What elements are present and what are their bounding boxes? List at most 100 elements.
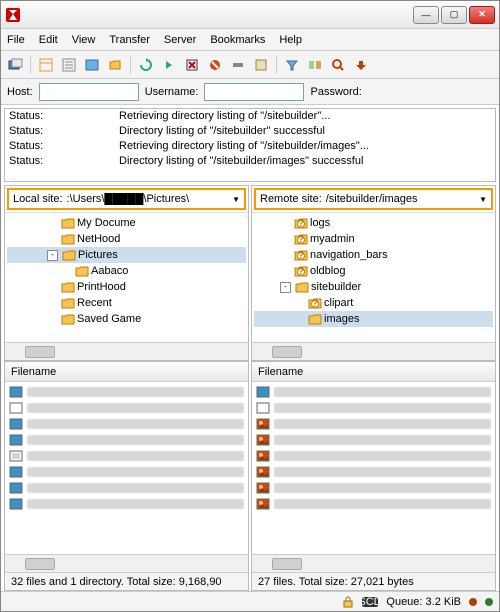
- menu-server[interactable]: Server: [164, 34, 196, 46]
- file-name-blurred: [274, 435, 491, 445]
- tree-item-label: My Docume: [77, 217, 136, 229]
- tree-item[interactable]: Saved Game: [7, 311, 246, 327]
- folder-icon: [75, 265, 89, 277]
- tree-item[interactable]: Aabaco: [7, 263, 246, 279]
- file-row[interactable]: [256, 400, 491, 416]
- local-file-list[interactable]: [5, 382, 248, 554]
- toggle-queue-button[interactable]: [82, 55, 102, 75]
- file-row[interactable]: [256, 480, 491, 496]
- tree-item[interactable]: PrintHood: [7, 279, 246, 295]
- tree-item-label: logs: [310, 217, 330, 229]
- maximize-button[interactable]: ▢: [441, 6, 467, 24]
- file-name-blurred: [274, 387, 491, 397]
- site-manager-button[interactable]: [5, 55, 25, 75]
- file-row[interactable]: [9, 448, 244, 464]
- remote-path-input[interactable]: [326, 193, 475, 205]
- menu-bookmarks[interactable]: Bookmarks: [210, 34, 265, 46]
- close-button[interactable]: ✕: [469, 6, 495, 24]
- file-row[interactable]: [256, 416, 491, 432]
- sync-button[interactable]: [351, 55, 371, 75]
- message-log[interactable]: Status:Retrieving directory listing of "…: [4, 108, 496, 182]
- file-row[interactable]: [9, 432, 244, 448]
- file-row[interactable]: [9, 416, 244, 432]
- remote-pane: Remote site: ▼ ?logs?myadmin?navigation_…: [251, 185, 496, 591]
- file-row[interactable]: [9, 400, 244, 416]
- file-name-blurred: [27, 499, 244, 509]
- local-list-header[interactable]: Filename: [5, 362, 248, 382]
- file-name-blurred: [27, 451, 244, 461]
- file-row[interactable]: [256, 496, 491, 512]
- search-button[interactable]: [328, 55, 348, 75]
- menu-view[interactable]: View: [72, 34, 96, 46]
- username-input[interactable]: [204, 83, 304, 101]
- file-name-blurred: [27, 483, 244, 493]
- menu-edit[interactable]: Edit: [39, 34, 58, 46]
- folder-icon: [61, 281, 75, 293]
- file-icon: [256, 482, 270, 494]
- toggle-tree-button[interactable]: [36, 55, 56, 75]
- file-icon: [9, 450, 23, 462]
- toggle-log-button[interactable]: [59, 55, 79, 75]
- expand-toggle[interactable]: -: [280, 282, 291, 293]
- tree-item[interactable]: -Pictures: [7, 247, 246, 263]
- tree-item[interactable]: ?clipart: [254, 295, 493, 311]
- tree-item[interactable]: images: [254, 311, 493, 327]
- tree-item[interactable]: My Docume: [7, 215, 246, 231]
- menu-help[interactable]: Help: [279, 34, 302, 46]
- file-row[interactable]: [256, 464, 491, 480]
- file-icon: [256, 402, 270, 414]
- remote-list-header[interactable]: Filename: [252, 362, 495, 382]
- log-key: Status:: [9, 109, 119, 124]
- reconnect-button[interactable]: [228, 55, 248, 75]
- file-name-blurred: [274, 483, 491, 493]
- tree-item[interactable]: ?logs: [254, 215, 493, 231]
- file-icon: [9, 386, 23, 398]
- file-icon: [9, 418, 23, 430]
- server-list-button[interactable]: [251, 55, 271, 75]
- log-key: Status:: [9, 154, 119, 169]
- local-path-input[interactable]: [67, 193, 229, 205]
- minimize-button[interactable]: —: [413, 6, 439, 24]
- tree-item-label: Recent: [77, 297, 112, 309]
- host-input[interactable]: [39, 83, 139, 101]
- folder-icon: [61, 313, 75, 325]
- remote-tree[interactable]: ?logs?myadmin?navigation_bars?oldblog-si…: [252, 212, 495, 342]
- expand-toggle[interactable]: -: [47, 250, 58, 261]
- local-list-scrollbar[interactable]: [5, 554, 248, 572]
- remote-tree-scrollbar[interactable]: [252, 342, 495, 360]
- app-icon: [5, 7, 21, 23]
- cancel-button[interactable]: [182, 55, 202, 75]
- remote-list-scrollbar[interactable]: [252, 554, 495, 572]
- file-row[interactable]: [9, 496, 244, 512]
- tree-item[interactable]: ?myadmin: [254, 231, 493, 247]
- file-row[interactable]: [256, 384, 491, 400]
- tree-item[interactable]: NetHood: [7, 231, 246, 247]
- remote-file-list[interactable]: [252, 382, 495, 554]
- refresh-button[interactable]: [136, 55, 156, 75]
- disconnect-button[interactable]: [205, 55, 225, 75]
- file-row[interactable]: [9, 384, 244, 400]
- unknown-folder-icon: ?: [294, 217, 308, 229]
- menu-transfer[interactable]: Transfer: [109, 34, 150, 46]
- local-tree-scrollbar[interactable]: [5, 342, 248, 360]
- local-tree[interactable]: My Docume NetHood-PicturesAabacoPrintHood…: [5, 212, 248, 342]
- process-queue-button[interactable]: [159, 55, 179, 75]
- file-row[interactable]: [9, 464, 244, 480]
- file-icon: [256, 466, 270, 478]
- compare-button[interactable]: [305, 55, 325, 75]
- filter-button[interactable]: [282, 55, 302, 75]
- file-row[interactable]: [256, 448, 491, 464]
- file-row[interactable]: [256, 432, 491, 448]
- log-msg: Directory listing of "/sitebuilder" succ…: [119, 124, 325, 139]
- file-row[interactable]: [9, 480, 244, 496]
- remote-path-dropdown[interactable]: ▼: [479, 195, 487, 204]
- tree-item[interactable]: ?oldblog: [254, 263, 493, 279]
- tree-item[interactable]: ?navigation_bars: [254, 247, 493, 263]
- file-icon: [256, 498, 270, 510]
- toggle-dir-button[interactable]: [105, 55, 125, 75]
- menu-file[interactable]: File: [7, 34, 25, 46]
- local-path-dropdown[interactable]: ▼: [232, 195, 240, 204]
- tree-item[interactable]: -sitebuilder: [254, 279, 493, 295]
- tree-item[interactable]: Recent: [7, 295, 246, 311]
- file-name-blurred: [27, 467, 244, 477]
